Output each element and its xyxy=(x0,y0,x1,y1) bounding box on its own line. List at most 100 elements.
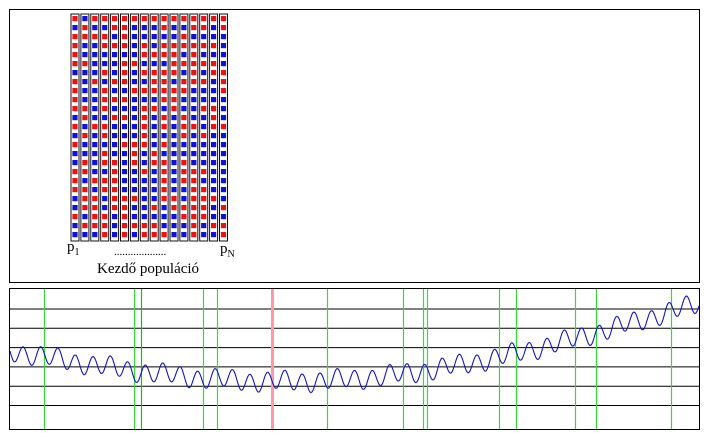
gene xyxy=(211,97,217,103)
gene xyxy=(161,88,167,94)
gene xyxy=(82,43,88,49)
gene xyxy=(141,97,147,103)
gene xyxy=(112,115,118,121)
gene xyxy=(131,133,137,139)
gene xyxy=(82,124,88,130)
gene xyxy=(102,214,108,220)
gene xyxy=(201,79,207,85)
gene xyxy=(201,196,207,202)
gene xyxy=(121,34,128,40)
gene xyxy=(72,124,78,130)
gene xyxy=(211,160,217,166)
gene xyxy=(171,214,177,220)
gene xyxy=(121,205,128,211)
gene xyxy=(151,178,157,184)
gene xyxy=(211,187,217,193)
chromosome xyxy=(209,13,219,242)
gene xyxy=(112,97,118,103)
gene xyxy=(161,106,167,112)
gene xyxy=(201,61,207,67)
gene xyxy=(72,232,78,238)
gene xyxy=(141,88,147,94)
gene xyxy=(220,214,227,220)
gene xyxy=(201,169,207,175)
gene xyxy=(161,133,167,139)
gene xyxy=(141,160,147,166)
gene xyxy=(191,178,197,184)
gene xyxy=(151,61,157,67)
gene xyxy=(121,43,128,49)
first-individual-label: p1 xyxy=(67,239,80,258)
gene xyxy=(102,115,108,121)
gene xyxy=(92,205,98,211)
gene xyxy=(112,34,118,40)
gene xyxy=(92,52,98,58)
gene xyxy=(161,97,167,103)
gene xyxy=(151,43,157,49)
gene xyxy=(211,124,217,130)
gene xyxy=(72,52,78,58)
gene xyxy=(171,232,177,238)
gene xyxy=(161,124,167,130)
gene xyxy=(220,124,227,130)
gene xyxy=(102,61,108,67)
gene xyxy=(121,61,128,67)
gene xyxy=(151,79,157,85)
gene xyxy=(141,178,147,184)
gene xyxy=(92,115,98,121)
gene xyxy=(141,151,147,157)
chromosome xyxy=(120,13,129,242)
gene xyxy=(141,43,147,49)
gene xyxy=(181,97,187,103)
gene xyxy=(211,196,217,202)
gene xyxy=(92,223,98,229)
gene xyxy=(92,79,98,85)
gene xyxy=(72,187,78,193)
gene xyxy=(161,79,167,85)
gene xyxy=(112,88,118,94)
gene xyxy=(112,25,118,31)
gene xyxy=(72,25,78,31)
gene xyxy=(161,205,167,211)
gene xyxy=(102,106,108,112)
gene xyxy=(151,106,157,112)
gene xyxy=(151,196,157,202)
gene xyxy=(191,61,197,67)
gene xyxy=(121,25,128,31)
gene xyxy=(112,187,118,193)
gene xyxy=(181,232,187,238)
gene xyxy=(171,133,177,139)
gene xyxy=(211,34,217,40)
gene xyxy=(72,223,78,229)
gene xyxy=(102,25,108,31)
gene xyxy=(181,214,187,220)
gene xyxy=(171,34,177,40)
gene xyxy=(220,106,227,112)
gene xyxy=(121,106,128,112)
gene xyxy=(161,115,167,121)
gene xyxy=(121,151,128,157)
gene xyxy=(141,196,147,202)
gene xyxy=(102,52,108,58)
gene xyxy=(220,187,227,193)
gene xyxy=(211,205,217,211)
gene xyxy=(102,196,108,202)
gene xyxy=(191,43,197,49)
gene xyxy=(220,160,227,166)
gene xyxy=(92,88,98,94)
gene xyxy=(92,97,98,103)
chromosome xyxy=(90,13,100,242)
chromosome xyxy=(129,13,139,242)
gene xyxy=(201,106,207,112)
gene xyxy=(112,124,118,130)
gene xyxy=(151,97,157,103)
gene xyxy=(121,187,128,193)
gene xyxy=(220,97,227,103)
gene xyxy=(121,160,128,166)
gene xyxy=(171,151,177,157)
gene xyxy=(220,169,227,175)
gene xyxy=(151,223,157,229)
gene xyxy=(141,52,147,58)
gene xyxy=(161,160,167,166)
gene xyxy=(102,187,108,193)
